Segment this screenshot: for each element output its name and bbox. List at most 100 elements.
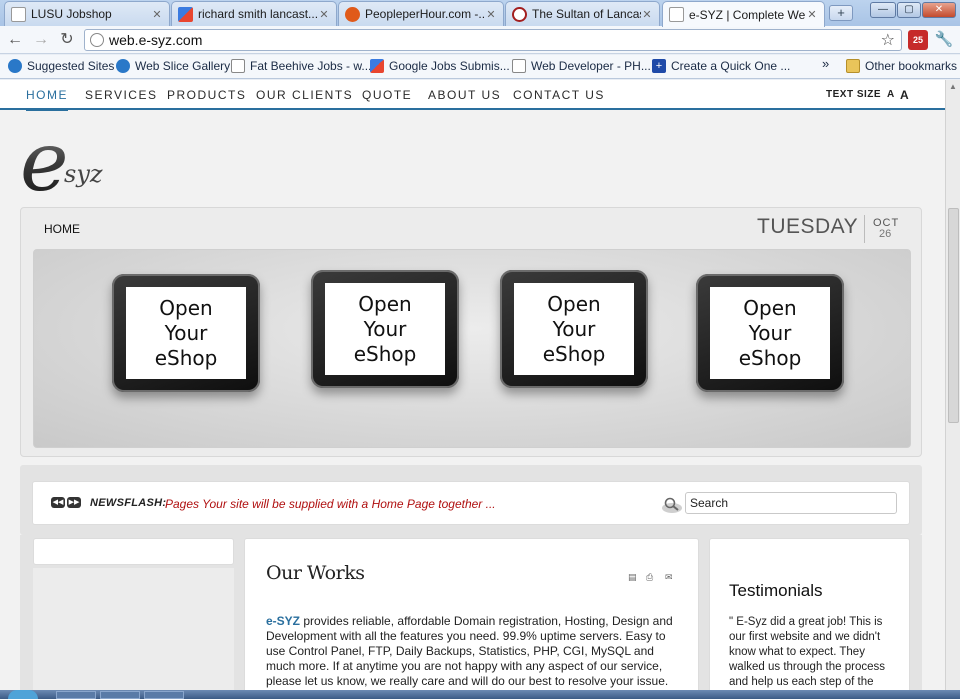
- close-window-button[interactable]: ✕: [922, 2, 956, 18]
- ie-icon: [8, 59, 22, 73]
- bookmark-web-slice-gallery[interactable]: Web Slice Gallery: [116, 59, 230, 73]
- peopleperhour-icon: [345, 6, 360, 22]
- tab-sultan[interactable]: The Sultan of Lancast... ✕: [505, 1, 660, 26]
- sultan-icon: [512, 6, 527, 22]
- taskbar-item[interactable]: [144, 691, 184, 699]
- nav-quote[interactable]: QUOTE: [362, 88, 412, 102]
- newsflash-next-button[interactable]: ▶▶: [67, 497, 81, 508]
- date-divider: [864, 215, 865, 243]
- close-icon[interactable]: ✕: [485, 8, 497, 21]
- nav-about-us[interactable]: ABOUT US: [428, 88, 501, 102]
- banner-slideshow[interactable]: Open Your eShop Open Your eShop Open Your eSho…: [33, 249, 911, 448]
- start-button[interactable]: [8, 690, 38, 699]
- breadcrumb[interactable]: HOME: [44, 222, 80, 236]
- page-icon: [231, 59, 245, 73]
- tablet-screen: Open Your eShop: [126, 287, 246, 379]
- page-icon: [11, 6, 26, 22]
- search-icon[interactable]: [661, 496, 683, 514]
- bookmarks-overflow-chevron-icon[interactable]: »: [822, 56, 829, 71]
- new-tab-button[interactable]: +: [829, 5, 853, 21]
- scroll-thumb[interactable]: [948, 208, 959, 423]
- main-navigation: HOME SERVICES PRODUCTS OUR CLIENTS QUOTE…: [0, 80, 945, 111]
- pdf-icon[interactable]: ▤: [628, 572, 638, 582]
- newsflash-prev-button[interactable]: ◀◀: [51, 497, 65, 508]
- bookmark-create-quick-one[interactable]: + Create a Quick One ...: [652, 59, 790, 73]
- page-scrollbar[interactable]: ▲: [945, 80, 960, 690]
- tablet-screen: Open Your eShop: [514, 283, 634, 375]
- os-taskbar: [0, 690, 960, 699]
- maximize-button[interactable]: ▢: [897, 2, 921, 18]
- tablet-screen: Open Your eShop: [710, 287, 830, 379]
- print-icon[interactable]: ⎙: [646, 572, 656, 582]
- text-size-label: TEXT SIZE: [826, 89, 882, 100]
- globe-icon: [90, 33, 104, 47]
- bookmark-google-jobs[interactable]: Google Jobs Submis...: [370, 59, 510, 73]
- wrench-icon[interactable]: 🔧: [934, 30, 954, 50]
- scroll-up-arrow-icon[interactable]: ▲: [949, 82, 957, 91]
- minimize-button[interactable]: —: [870, 2, 896, 18]
- google-icon: [370, 59, 384, 73]
- bookmark-suggested-sites[interactable]: Suggested Sites: [8, 59, 114, 73]
- email-icon[interactable]: ✉: [665, 572, 675, 582]
- testimonials-title: Testimonials: [729, 581, 823, 600]
- google-icon: [178, 6, 193, 22]
- address-bar[interactable]: web.e-syz.com ☆: [84, 29, 902, 51]
- close-icon[interactable]: ✕: [318, 8, 330, 21]
- tablet-graphic: Open Your eShop: [112, 274, 260, 392]
- tab-strip: LUSU Jobshop ✕ richard smith lancast... …: [0, 0, 960, 27]
- content-area: Our Works ▤ ⎙ ✉ e-SYZ provides reliable,…: [20, 535, 922, 690]
- other-bookmarks[interactable]: Other bookmarks: [846, 59, 957, 73]
- tab-esyz[interactable]: e-SYZ | Complete We... ✕: [662, 1, 825, 27]
- article-title: Our Works: [266, 562, 365, 584]
- nav-services[interactable]: SERVICES: [85, 88, 157, 102]
- article-body: e-SYZ provides reliable, affordable Doma…: [266, 614, 673, 688]
- tab-lusu-jobshop[interactable]: LUSU Jobshop ✕: [4, 1, 170, 26]
- tab-peopleperhour[interactable]: PeopleperHour.com -... ✕: [338, 1, 504, 26]
- nav-home[interactable]: HOME: [26, 88, 68, 111]
- folder-icon: [846, 59, 860, 73]
- page-icon: [512, 59, 526, 73]
- tab-richard-smith[interactable]: richard smith lancast... ✕: [171, 1, 337, 26]
- our-works-article: Our Works ▤ ⎙ ✉ e-SYZ provides reliable,…: [244, 538, 699, 690]
- reload-icon[interactable]: ↻: [57, 30, 77, 50]
- nav-our-clients[interactable]: OUR CLIENTS: [256, 88, 353, 102]
- taskbar-item[interactable]: [56, 691, 96, 699]
- page-icon: [669, 7, 684, 22]
- bookmark-web-developer[interactable]: Web Developer - PH...: [512, 59, 651, 73]
- nav-products[interactable]: PRODUCTS: [167, 88, 246, 102]
- forward-arrow-icon[interactable]: →: [31, 30, 51, 50]
- plus-icon: +: [652, 59, 666, 73]
- newsflash-panel: ◀◀ ▶▶ NEWSFLASH: Pages Your site will be…: [32, 481, 910, 525]
- star-icon[interactable]: ☆: [881, 30, 895, 50]
- newsflash-label: NEWSFLASH:: [90, 497, 167, 509]
- esyz-logo-graphic: e syz: [20, 115, 103, 210]
- testimonials-module: Testimonials " E-Syz did a great job! Th…: [709, 538, 910, 690]
- text-size-decrease-button[interactable]: A: [887, 89, 894, 100]
- bookmark-fat-beehive[interactable]: Fat Beehive Jobs - w...: [231, 59, 371, 73]
- nav-contact-us[interactable]: CONTACT US: [513, 88, 605, 102]
- close-icon[interactable]: ✕: [641, 8, 653, 21]
- brand-name: e-SYZ: [266, 614, 301, 628]
- close-icon[interactable]: ✕: [806, 8, 818, 21]
- tablet-graphic: Open Your eShop: [696, 274, 844, 392]
- current-date: 26: [879, 228, 892, 240]
- newsflash-bar: ◀◀ ▶▶ NEWSFLASH: Pages Your site will be…: [20, 465, 922, 535]
- tablet-graphic: Open Your eShop: [500, 270, 648, 388]
- current-day: TUESDAY: [757, 215, 859, 238]
- logo-syz-text: syz: [64, 160, 103, 188]
- browser-toolbar: ← → ↻ web.e-syz.com ☆ 25 🔧: [0, 26, 960, 54]
- esyz-logo[interactable]: e syz: [20, 115, 120, 210]
- extension-badge-icon[interactable]: 25: [908, 30, 928, 50]
- web-page: HOME SERVICES PRODUCTS OUR CLIENTS QUOTE…: [0, 80, 945, 690]
- newsflash-link[interactable]: Pages Your site will be supplied with a …: [165, 497, 496, 511]
- url-text[interactable]: web.e-syz.com: [109, 32, 202, 48]
- text-size-increase-button[interactable]: A: [900, 88, 909, 102]
- search-input[interactable]: [685, 492, 897, 514]
- left-sidebar-module: [33, 538, 234, 565]
- logo-e-letter: e: [20, 120, 69, 195]
- close-icon[interactable]: ✕: [151, 8, 163, 21]
- back-arrow-icon[interactable]: ←: [5, 30, 25, 50]
- bookmarks-bar: Suggested Sites Web Slice Gallery Fat Be…: [0, 55, 960, 79]
- taskbar-item[interactable]: [100, 691, 140, 699]
- tablet-screen: Open Your eShop: [325, 283, 445, 375]
